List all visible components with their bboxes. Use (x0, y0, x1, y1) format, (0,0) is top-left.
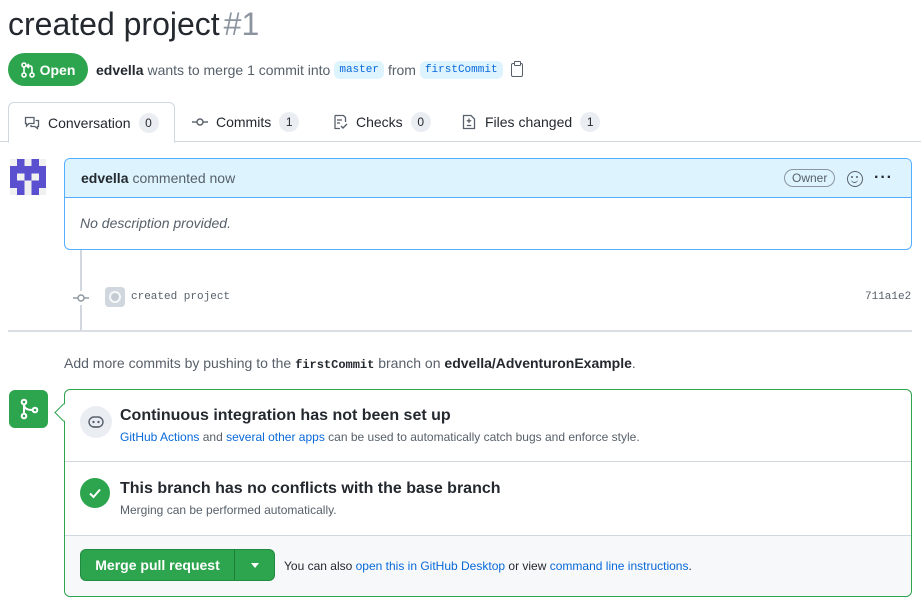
tab-checks[interactable]: Checks 0 (324, 102, 439, 142)
ci-rest-text: can be used to automatically catch bugs … (328, 430, 640, 444)
tab-counter: 0 (410, 112, 431, 132)
git-merge-icon (9, 390, 48, 428)
tab-counter: 1 (279, 112, 300, 132)
comment-header: edvella commented now Owner ··· (65, 159, 911, 198)
pr-tabs: Conversation 0 Commits 1 Checks 0 Files … (0, 102, 921, 143)
tab-counter: 1 (580, 112, 601, 132)
git-commit-icon (72, 291, 90, 305)
comment-author-link[interactable]: edvella (81, 170, 128, 186)
git-pull-request-icon (20, 61, 35, 78)
pr-meta: edvella wants to merge 1 commit into mas… (96, 61, 523, 79)
merge-pull-request-button[interactable]: Merge pull request (81, 550, 235, 580)
push-hint-before: Add more commits by pushing to the (64, 355, 292, 371)
robot-icon (80, 406, 112, 438)
merge-box: Continuous integration has not been set … (64, 389, 912, 597)
base-branch-label[interactable]: master (334, 61, 384, 79)
from-text: from (387, 62, 416, 78)
checklist-icon (332, 114, 348, 130)
pr-title-text: created project (8, 6, 220, 42)
check-icon (80, 478, 110, 508)
merge-actions: Merge pull request You can also open thi… (65, 536, 911, 596)
other-apps-link[interactable]: several other apps (226, 430, 325, 444)
triangle-down-icon (251, 562, 259, 568)
owner-badge: Owner (784, 169, 836, 187)
github-logo-icon (105, 287, 125, 307)
push-hint: Add more commits by pushing to the first… (64, 355, 636, 372)
status-badge: Open (8, 53, 88, 86)
tab-counter: 0 (138, 112, 159, 133)
repo-link[interactable]: edvella/AdventuronExample (444, 355, 632, 371)
push-hint-after: . (631, 355, 636, 371)
commit-message-link[interactable]: created project (131, 291, 230, 303)
smiley-icon[interactable] (847, 171, 863, 187)
tab-commits[interactable]: Commits 1 (184, 102, 307, 142)
merge-options-dropdown[interactable] (236, 550, 274, 580)
head-branch-label[interactable]: firstCommit (419, 61, 503, 79)
pr-number: #1 (223, 6, 260, 42)
tab-conversation[interactable]: Conversation 0 (8, 102, 175, 143)
avatar[interactable] (10, 159, 46, 195)
comment-body: No description provided. (80, 215, 231, 231)
commit-author-avatar[interactable] (105, 287, 125, 307)
git-commit-icon (192, 114, 208, 130)
comment-box: edvella commented now Owner ··· No descr… (64, 158, 912, 250)
commit-sha-link[interactable]: 711a1e2 (865, 291, 911, 303)
comment-discussion-icon (24, 115, 40, 131)
copy-icon[interactable] (510, 61, 523, 77)
file-diff-icon (461, 114, 477, 130)
ci-and-text: and (202, 430, 223, 444)
comment-timestamp[interactable]: commented now (132, 170, 235, 186)
ci-title: Continuous integration has not been set … (120, 407, 451, 424)
merge-alternatives: You can also open this in GitHub Desktop… (284, 559, 692, 573)
pr-author-link[interactable]: edvella (96, 62, 143, 78)
alt-before-text: You can also (284, 559, 353, 573)
tab-label: Commits (216, 114, 272, 130)
page-title: created project #1 (8, 6, 259, 43)
status-label: Open (39, 61, 76, 78)
alt-after-text: . (688, 559, 692, 573)
conflicts-title: This branch has no conflicts with the ba… (120, 480, 501, 497)
github-actions-link[interactable]: GitHub Actions (120, 430, 199, 444)
tab-files-changed[interactable]: Files changed 1 (453, 102, 608, 142)
conflicts-section: This branch has no conflicts with the ba… (65, 462, 911, 536)
tab-label: Checks (356, 114, 403, 130)
pr-meta-text: wants to merge 1 commit into (147, 62, 331, 78)
ci-section: Continuous integration has not been set … (65, 390, 911, 462)
kebab-horizontal-icon[interactable]: ··· (874, 169, 893, 187)
push-hint-branch: firstCommit (295, 358, 375, 372)
ci-subtitle: GitHub Actions and several other apps ca… (120, 430, 640, 444)
timeline-line (80, 250, 82, 330)
conflicts-subtitle: Merging can be performed automatically. (120, 503, 337, 517)
tab-label: Conversation (48, 114, 131, 131)
merge-button-group: Merge pull request (80, 549, 275, 581)
alt-middle-text: or view (508, 559, 547, 573)
open-github-desktop-link[interactable]: open this in GitHub Desktop (356, 559, 505, 573)
push-hint-middle: branch on (378, 355, 441, 371)
command-line-instructions-link[interactable]: command line instructions (550, 559, 689, 573)
timeline-divider (8, 330, 912, 332)
tab-label: Files changed (485, 114, 573, 130)
